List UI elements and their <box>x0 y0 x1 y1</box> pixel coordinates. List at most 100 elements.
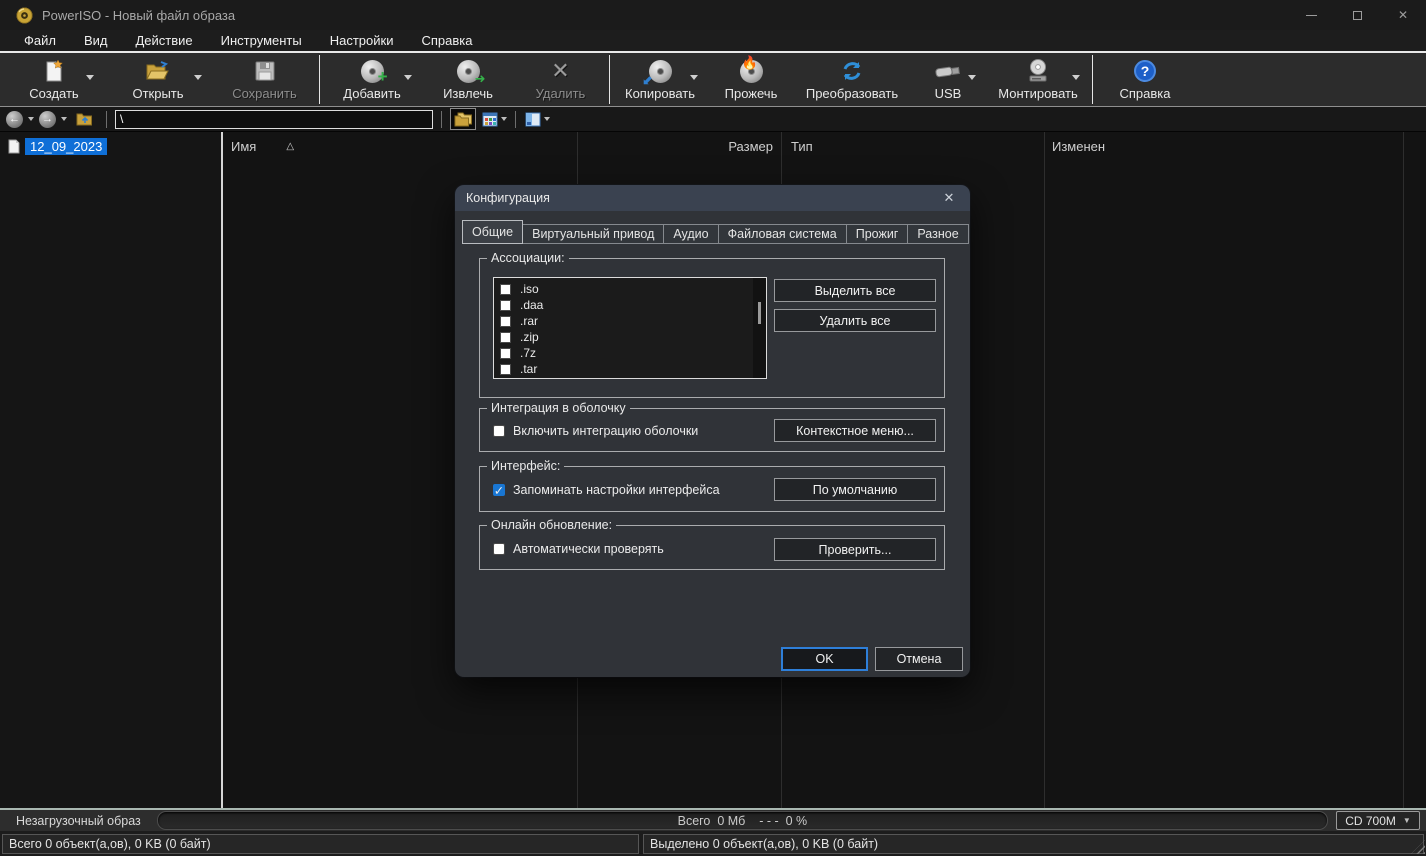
checkbox-unchecked[interactable] <box>500 347 511 359</box>
mount-disc-icon <box>1025 56 1051 86</box>
listbox-scrollbar[interactable] <box>753 278 766 378</box>
dialog-close-button[interactable]: ✕ <box>939 190 959 206</box>
delete-button[interactable]: ✕ Удалить <box>514 53 607 106</box>
column-divider[interactable] <box>1403 132 1404 808</box>
capacity-text: Всего 0 Мб - - - 0 % <box>677 813 808 828</box>
checkbox-checked[interactable]: ✓ <box>493 484 505 498</box>
add-dropdown-arrow-icon[interactable] <box>404 75 412 80</box>
remove-all-button[interactable]: Удалить все <box>774 309 936 332</box>
extract-button[interactable]: ➜ Извлечь <box>422 53 514 106</box>
menu-settings[interactable]: Настройки <box>316 33 408 48</box>
checkbox-unchecked[interactable] <box>493 425 505 437</box>
open-dropdown-arrow-icon[interactable] <box>194 75 202 80</box>
menu-tools[interactable]: Инструменты <box>207 33 316 48</box>
forward-button[interactable]: → <box>39 110 56 128</box>
association-item[interactable]: .iso <box>500 281 766 297</box>
usb-drive-icon <box>934 56 962 86</box>
main-window: PowerISO - Новый файл образа ✕ Файл Вид … <box>0 0 1426 856</box>
list-view-arrow-icon[interactable] <box>543 117 550 121</box>
new-button[interactable]: Создать <box>4 53 104 106</box>
forward-icon: → <box>42 113 53 125</box>
mount-button[interactable]: Монтировать <box>986 53 1090 106</box>
back-history-arrow-icon[interactable] <box>28 117 34 121</box>
menu-action[interactable]: Действие <box>122 33 207 48</box>
column-divider[interactable] <box>1044 132 1045 808</box>
menu-help[interactable]: Справка <box>407 33 486 48</box>
toolbar-separator <box>1092 55 1093 104</box>
association-item[interactable]: .daa <box>500 297 766 313</box>
tab-file-system[interactable]: Файловая система <box>717 224 847 244</box>
usb-dropdown-arrow-icon[interactable] <box>968 75 976 80</box>
cancel-button[interactable]: Отмена <box>875 647 963 671</box>
add-button[interactable]: + Добавить <box>322 53 422 106</box>
tab-virtual-drive[interactable]: Виртуальный привод <box>522 224 665 244</box>
check-now-button[interactable]: Проверить... <box>774 538 936 561</box>
association-item[interactable]: .rar <box>500 313 766 329</box>
menu-view[interactable]: Вид <box>70 33 122 48</box>
help-button[interactable]: ? Справка <box>1095 53 1195 106</box>
back-button[interactable]: ← <box>6 110 23 128</box>
status-bar-bottom: Всего 0 объект(а,ов), 0 KB (0 байт) Выде… <box>0 831 1426 856</box>
checkbox-unchecked[interactable] <box>500 283 511 295</box>
toolbar-separator <box>609 55 610 104</box>
new-dropdown-arrow-icon[interactable] <box>86 75 94 80</box>
burn-button[interactable]: 🔥 Прожечь <box>708 53 794 106</box>
association-item[interactable]: .zip <box>500 329 766 345</box>
checkbox-unchecked[interactable] <box>493 543 505 555</box>
associations-listbox[interactable]: .iso .daa .rar .zip .7z .tar <box>493 277 767 379</box>
media-size-select[interactable]: CD 700M ▼ <box>1336 811 1420 830</box>
titlebar: PowerISO - Новый файл образа ✕ <box>0 0 1426 30</box>
scrollbar-thumb[interactable] <box>758 302 761 324</box>
convert-button[interactable]: Преобразовать <box>794 53 910 106</box>
save-button[interactable]: Сохранить <box>212 53 317 106</box>
checkbox-unchecked[interactable] <box>500 315 511 327</box>
forward-history-arrow-icon[interactable] <box>61 117 67 121</box>
open-button[interactable]: Открыть <box>104 53 212 106</box>
addressbar-separator <box>441 110 442 128</box>
thumbnail-view-button[interactable] <box>481 108 507 130</box>
maximize-button[interactable] <box>1334 0 1380 30</box>
tab-general[interactable]: Общие <box>462 220 524 244</box>
mount-dropdown-arrow-icon[interactable] <box>1072 75 1080 80</box>
update-checkbox-row[interactable]: Автоматически проверять <box>493 542 664 556</box>
checkbox-unchecked[interactable] <box>500 299 511 311</box>
burn-button-label: Прожечь <box>724 86 778 101</box>
copy-dropdown-arrow-icon[interactable] <box>690 75 698 80</box>
shell-integration-checkbox-row[interactable]: Включить интеграцию оболочки <box>493 424 698 438</box>
new-button-label: Создать <box>29 86 79 101</box>
column-header-name[interactable]: Имя △ <box>223 139 577 154</box>
up-folder-button[interactable] <box>72 108 98 130</box>
shell-integration-group: Интеграция в оболочку Включить интеграци… <box>479 401 945 452</box>
context-menu-button[interactable]: Контекстное меню... <box>774 419 936 442</box>
column-header-size[interactable]: Размер <box>577 139 781 154</box>
tab-audio[interactable]: Аудио <box>663 224 719 244</box>
tab-misc[interactable]: Разное <box>907 224 969 244</box>
folder-view-button[interactable] <box>450 108 476 130</box>
checkbox-unchecked[interactable] <box>500 363 511 375</box>
tab-burn[interactable]: Прожиг <box>845 224 909 244</box>
tree-item-root[interactable]: 12_09_2023 <box>0 137 221 155</box>
list-view-button[interactable] <box>524 108 550 130</box>
select-all-button[interactable]: Выделить все <box>774 279 936 302</box>
checkbox-unchecked[interactable] <box>500 331 511 343</box>
ok-button[interactable]: OK <box>781 647 868 671</box>
column-header-modified[interactable]: Изменен <box>1044 139 1403 154</box>
close-button[interactable]: ✕ <box>1380 0 1426 30</box>
boot-status-label: Незагрузочный образ <box>16 813 141 828</box>
menu-file[interactable]: Файл <box>10 33 70 48</box>
column-header-type[interactable]: Тип <box>781 139 1044 154</box>
usb-button[interactable]: USB <box>910 53 986 106</box>
configuration-dialog: Конфигурация ✕ Общие Виртуальный привод … <box>455 185 970 677</box>
path-input[interactable] <box>115 109 433 129</box>
interface-checkbox-row[interactable]: ✓ Запоминать настройки интерфейса <box>493 483 720 498</box>
grid-view-icon <box>482 112 497 126</box>
delete-button-label: Удалить <box>535 86 586 101</box>
new-image-icon <box>43 56 65 86</box>
association-item[interactable]: .tar <box>500 361 766 377</box>
copy-button[interactable]: ⬋ Копировать <box>612 53 708 106</box>
minimize-button[interactable] <box>1288 0 1334 30</box>
address-bar: ← → <box>0 107 1426 132</box>
association-item[interactable]: .7z <box>500 345 766 361</box>
thumbnail-view-arrow-icon[interactable] <box>500 117 507 121</box>
defaults-button[interactable]: По умолчанию <box>774 478 936 501</box>
